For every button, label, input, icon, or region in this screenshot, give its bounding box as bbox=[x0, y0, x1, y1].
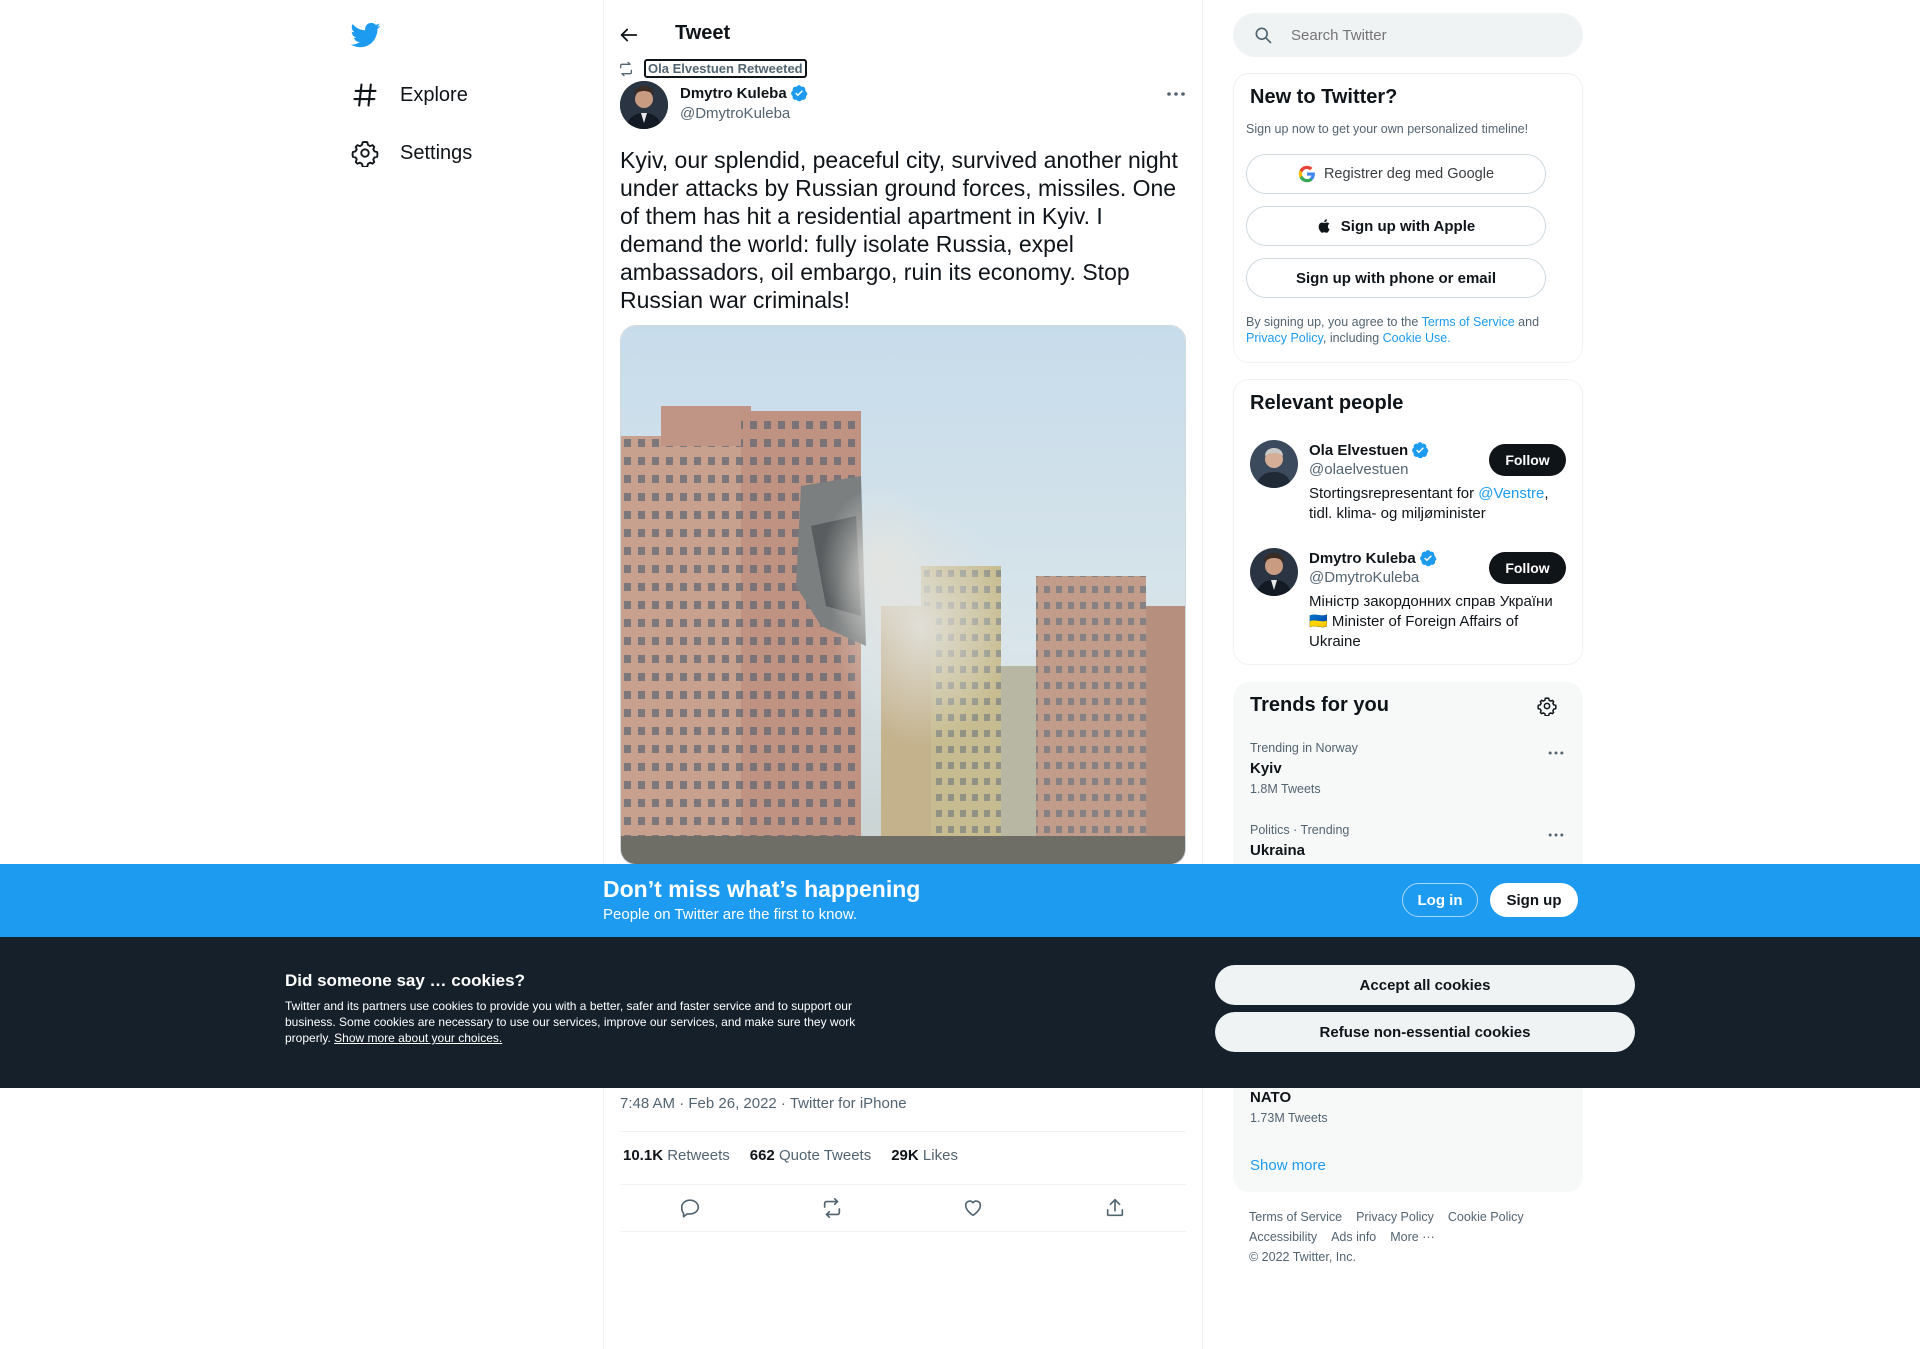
gear-icon[interactable] bbox=[1537, 696, 1557, 716]
trends-title: Trends for you bbox=[1250, 694, 1389, 716]
trend-item[interactable]: Trending in Norway Kyiv 1.8M Tweets bbox=[1250, 741, 1358, 796]
retweet-icon bbox=[618, 61, 634, 77]
like-heart-icon[interactable] bbox=[962, 1197, 984, 1219]
verified-badge-icon bbox=[1419, 549, 1437, 567]
retweets-stat[interactable]: 10.1K Retweets bbox=[623, 1147, 730, 1164]
login-button[interactable]: Log in bbox=[1402, 883, 1478, 917]
cookie-title: Did someone say … cookies? bbox=[285, 971, 525, 990]
divider bbox=[620, 1184, 1186, 1185]
trend-context: Trending in Norway bbox=[1250, 741, 1358, 755]
tweet-photo[interactable] bbox=[620, 325, 1186, 865]
gear-icon bbox=[351, 139, 379, 167]
author-avatar[interactable] bbox=[620, 81, 668, 129]
verified-badge-icon bbox=[1411, 441, 1429, 459]
divider bbox=[620, 1231, 1186, 1232]
more-options-icon[interactable] bbox=[1164, 84, 1188, 104]
mention-link[interactable]: @Venstre bbox=[1478, 485, 1544, 502]
nav-explore-label: Explore bbox=[400, 83, 468, 106]
more-options-icon[interactable] bbox=[1546, 743, 1566, 763]
hashtag-icon bbox=[351, 81, 379, 109]
trend-count: 1.73M Tweets bbox=[1250, 1111, 1328, 1125]
likes-stat[interactable]: 29K Likes bbox=[891, 1147, 958, 1164]
person-bio: Міністр закордонних справ України 🇺🇦 Min… bbox=[1309, 593, 1553, 650]
retweet-icon[interactable] bbox=[821, 1197, 843, 1219]
follow-button[interactable]: Follow bbox=[1489, 444, 1566, 476]
phone-email-signup-button[interactable]: Sign up with phone or email bbox=[1246, 258, 1546, 298]
footer-links: Accessibility Ads info More ··· bbox=[1249, 1230, 1435, 1244]
banner-subtitle: People on Twitter are the first to know. bbox=[603, 906, 858, 923]
refuse-cookies-button[interactable]: Refuse non-essential cookies bbox=[1215, 1012, 1635, 1052]
person-name[interactable]: Dmytro Kuleba bbox=[1309, 549, 1437, 567]
google-icon bbox=[1298, 165, 1316, 183]
author-name[interactable]: Dmytro Kuleba bbox=[680, 84, 808, 102]
person-handle[interactable]: @olaelvestuen bbox=[1309, 461, 1408, 478]
search-bar[interactable] bbox=[1233, 13, 1583, 57]
signup-card-title: New to Twitter? bbox=[1250, 86, 1398, 108]
person-handle[interactable]: @DmytroKuleba bbox=[1309, 569, 1419, 586]
terms-link[interactable]: Terms of Service bbox=[1422, 315, 1515, 329]
retweet-context: Ola Elvestuen Retweeted bbox=[618, 59, 807, 78]
trend-count: 1.8M Tweets bbox=[1250, 782, 1321, 796]
google-signup-label: Registrer deg med Google bbox=[1323, 166, 1495, 182]
google-signup-button[interactable]: Registrer deg med Google bbox=[1246, 154, 1546, 194]
trend-name: Kyiv bbox=[1250, 760, 1282, 777]
phone-email-signup-label: Sign up with phone or email bbox=[1295, 269, 1496, 287]
nav-settings-label: Settings bbox=[400, 141, 473, 164]
trend-context: Politics · Trending bbox=[1250, 823, 1350, 837]
apple-signup-button[interactable]: Sign up with Apple bbox=[1246, 206, 1546, 246]
banner-title: Don’t miss what’s happening bbox=[603, 876, 921, 902]
apple-icon bbox=[1317, 218, 1333, 234]
verified-badge-icon bbox=[790, 84, 808, 102]
author-handle[interactable]: @DmytroKuleba bbox=[680, 105, 790, 122]
tweet-text: Kyiv, our splendid, peaceful city, survi… bbox=[620, 147, 1178, 313]
twitter-logo-icon[interactable] bbox=[351, 20, 381, 50]
footer-accessibility-link[interactable]: Accessibility bbox=[1249, 1230, 1317, 1244]
signup-legal-text: By signing up, you agree to the Terms of… bbox=[1246, 315, 1540, 345]
reply-icon[interactable] bbox=[679, 1197, 701, 1219]
tweet-timestamp[interactable]: 7:48 AM · Feb 26, 2022 · Twitter for iPh… bbox=[620, 1095, 907, 1112]
show-more-link[interactable]: Show more bbox=[1250, 1157, 1326, 1174]
trend-name: Ukraina bbox=[1250, 842, 1306, 859]
search-icon bbox=[1253, 25, 1273, 45]
page-title: Tweet bbox=[675, 22, 731, 44]
privacy-link[interactable]: Privacy Policy bbox=[1246, 331, 1323, 345]
share-icon[interactable] bbox=[1104, 1197, 1126, 1219]
trend-item[interactable]: Politics · Trending Ukraina bbox=[1250, 823, 1349, 859]
nav-explore[interactable]: Explore bbox=[351, 81, 468, 109]
avatar[interactable] bbox=[1250, 440, 1298, 488]
trend-item[interactable]: NATO 1.73M Tweets bbox=[1250, 1089, 1328, 1125]
trend-name: NATO bbox=[1250, 1089, 1292, 1106]
nav-settings[interactable]: Settings bbox=[351, 139, 472, 167]
divider bbox=[620, 1131, 1186, 1132]
signup-button[interactable]: Sign up bbox=[1490, 883, 1578, 917]
cookie-choices-link[interactable]: Show more about your choices. bbox=[334, 1031, 502, 1045]
cookie-use-link[interactable]: Cookie Use. bbox=[1383, 331, 1451, 345]
avatar[interactable] bbox=[1250, 548, 1298, 596]
signup-card-subtitle: Sign up now to get your own personalized… bbox=[1246, 122, 1529, 136]
footer-terms-link[interactable]: Terms of Service bbox=[1249, 1210, 1342, 1224]
accept-cookies-button[interactable]: Accept all cookies bbox=[1215, 965, 1635, 1005]
tweet-stats: 10.1K Retweets 662 Quote Tweets 29K Like… bbox=[623, 1147, 958, 1164]
person-bio: Stortingsrepresentant for @Venstre, tidl… bbox=[1309, 485, 1549, 522]
back-arrow-icon[interactable] bbox=[618, 24, 642, 48]
copyright: © 2022 Twitter, Inc. bbox=[1249, 1250, 1356, 1264]
follow-button[interactable]: Follow bbox=[1489, 552, 1566, 584]
author-name-text: Dmytro Kuleba bbox=[680, 84, 787, 102]
quotes-stat[interactable]: 662 Quote Tweets bbox=[750, 1147, 871, 1164]
more-options-icon[interactable] bbox=[1546, 825, 1566, 845]
footer-cookie-link[interactable]: Cookie Policy bbox=[1448, 1210, 1524, 1224]
signup-banner bbox=[0, 864, 1920, 937]
footer-privacy-link[interactable]: Privacy Policy bbox=[1356, 1210, 1434, 1224]
footer-ads-link[interactable]: Ads info bbox=[1331, 1230, 1376, 1244]
person-name[interactable]: Ola Elvestuen bbox=[1309, 441, 1429, 459]
retweet-context-link[interactable]: Ola Elvestuen Retweeted bbox=[644, 59, 807, 78]
footer-links: Terms of Service Privacy Policy Cookie P… bbox=[1249, 1210, 1524, 1224]
relevant-people-title: Relevant people bbox=[1250, 392, 1404, 414]
footer-more-link[interactable]: More ··· bbox=[1390, 1230, 1434, 1244]
apple-signup-label: Sign up with Apple bbox=[1340, 217, 1476, 235]
search-input[interactable] bbox=[1291, 26, 1561, 44]
cookie-text: Twitter and its partners use cookies to … bbox=[285, 999, 856, 1045]
